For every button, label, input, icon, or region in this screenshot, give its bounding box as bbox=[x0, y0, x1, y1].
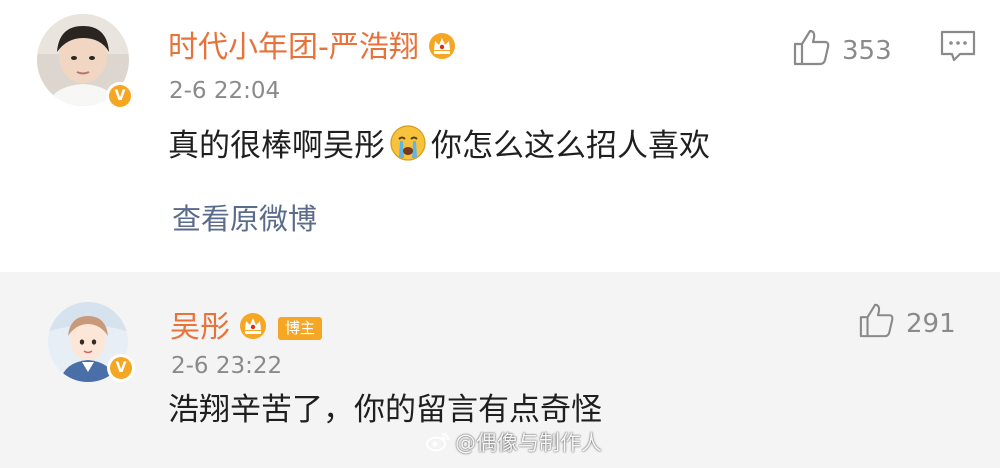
comment-timestamp: 2-6 22:04 bbox=[169, 78, 281, 104]
verified-v-icon: V bbox=[106, 82, 134, 110]
like-button[interactable]: 353 bbox=[792, 28, 892, 73]
username-text: 时代小年团-严浩翔 bbox=[168, 30, 419, 65]
comment-text: 真的很棒啊吴彤 你怎么这么招人喜欢 bbox=[168, 124, 710, 168]
reply-text: 浩翔辛苦了，你的留言有点奇怪 bbox=[168, 395, 602, 426]
reply-timestamp: 2-6 23:22 bbox=[171, 353, 283, 379]
username-text: 吴彤 bbox=[170, 310, 230, 345]
like-button[interactable]: 291 bbox=[858, 302, 956, 345]
comment-text-part-1: 真的很棒啊吴彤 bbox=[168, 127, 385, 164]
verified-v-icon: V bbox=[107, 354, 135, 382]
comment-text-part-2: 你怎么这么招人喜欢 bbox=[431, 127, 710, 164]
weibo-comment-screen: V 时代小年团-严浩翔 2-6 22:04 真的很棒啊吴彤 你怎么这么招人喜欢 … bbox=[0, 0, 1000, 468]
comment-item: V 时代小年团-严浩翔 2-6 22:04 真的很棒啊吴彤 你怎么这么招人喜欢 … bbox=[0, 0, 1000, 272]
crying-face-emoji-icon bbox=[389, 124, 427, 168]
thumbs-up-icon bbox=[858, 302, 896, 345]
comment-username[interactable]: 时代小年团-严浩翔 bbox=[168, 30, 459, 66]
blogger-tag: 博主 bbox=[278, 316, 323, 340]
watermark-text: @偶像与制作人 bbox=[455, 430, 602, 455]
comment-icon[interactable] bbox=[940, 30, 976, 66]
reply-text-content: 浩翔辛苦了，你的留言有点奇怪 bbox=[168, 392, 602, 428]
like-count: 291 bbox=[906, 308, 956, 339]
view-original-weibo-link[interactable]: 查看原微博 bbox=[172, 205, 317, 234]
crown-icon bbox=[236, 310, 270, 346]
like-count: 353 bbox=[842, 35, 892, 66]
weibo-logo-icon bbox=[425, 430, 451, 456]
watermark: @偶像与制作人 bbox=[425, 430, 602, 456]
thumbs-up-icon bbox=[792, 28, 832, 73]
crown-icon bbox=[425, 30, 459, 66]
reply-username[interactable]: 吴彤 博主 bbox=[170, 310, 323, 346]
